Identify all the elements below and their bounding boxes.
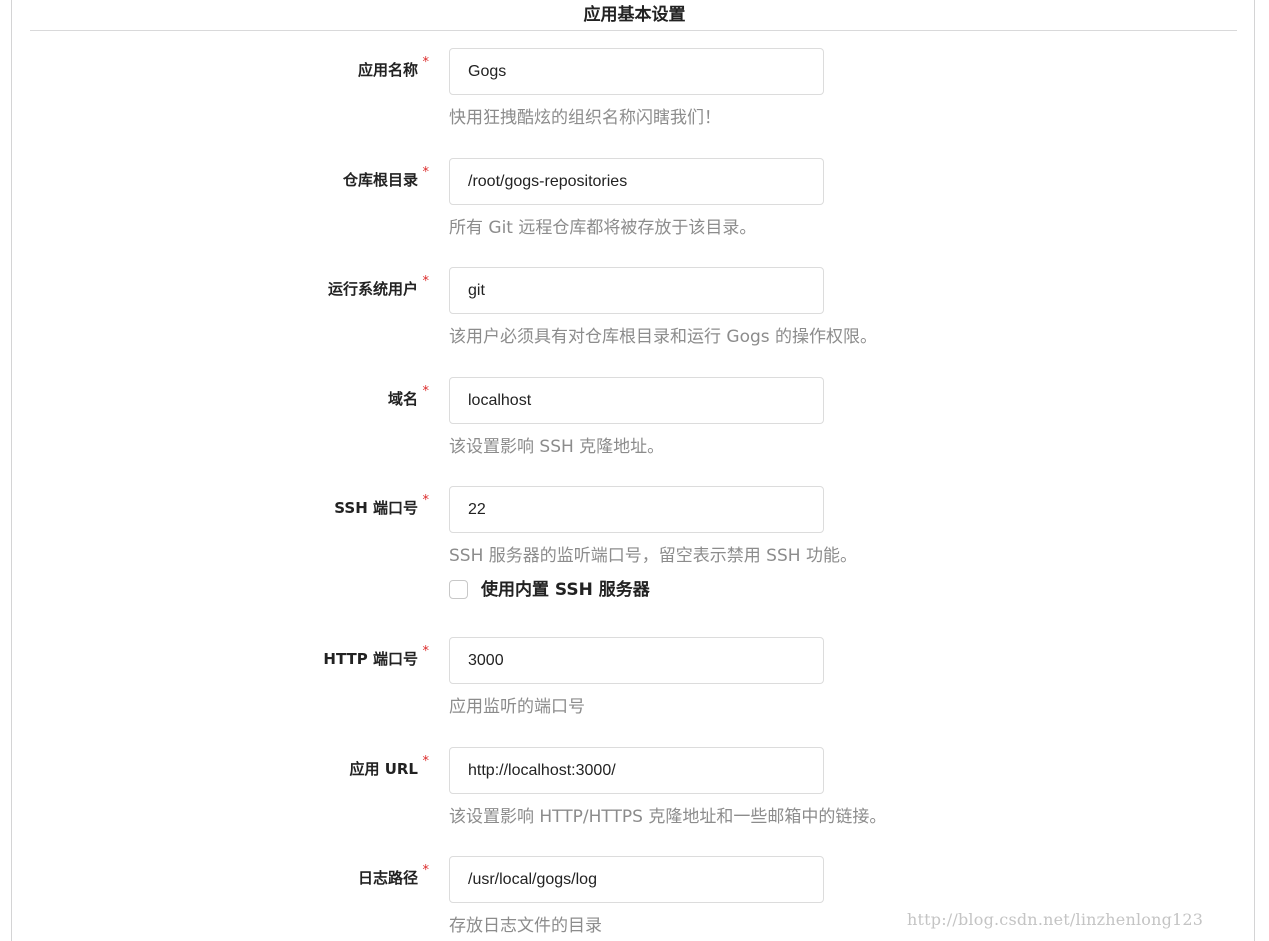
app-name-label: 应用名称 [357,61,418,79]
install-settings-page: 应用基本设置 应用名称 * 快用狂拽酷炫的组织名称闪瞎我们！ 仓库根目录 * 所… [0,0,1269,941]
required-marker: * [422,863,430,878]
run-user-help: 该用户必须具有对仓库根目录和运行 Gogs 的操作权限。 [449,327,878,347]
domain-help: 该设置影响 SSH 克隆地址。 [449,437,665,457]
ssh-port-help: SSH 服务器的监听端口号，留空表示禁用 SSH 功能。 [449,546,857,566]
log-path-help: 存放日志文件的目录 [449,916,602,936]
watermark-text: http://blog.csdn.net/linzhenlong123 [907,910,1204,929]
section-title: 应用基本设置 [583,5,686,25]
required-marker: * [422,55,430,70]
app-name-input[interactable] [449,48,824,95]
builtin-ssh-checkbox-label[interactable]: 使用内置 SSH 服务器 [481,579,650,601]
repo-root-path-help: 所有 Git 远程仓库都将被存放于该目录。 [449,218,757,238]
required-marker: * [422,644,430,659]
required-marker: * [422,274,430,289]
settings-panel [11,0,1255,941]
log-path-label: 日志路径 [357,869,418,887]
run-user-label: 运行系统用户 [327,280,418,298]
http-port-input[interactable] [449,637,824,684]
required-marker: * [422,384,430,399]
required-marker: * [422,754,430,769]
app-name-help: 快用狂拽酷炫的组织名称闪瞎我们！ [449,108,721,128]
app-url-input[interactable] [449,747,824,794]
log-path-input[interactable] [449,856,824,903]
repo-root-path-label: 仓库根目录 [342,171,418,189]
app-url-help: 该设置影响 HTTP/HTTPS 克隆地址和一些邮箱中的链接。 [449,807,887,827]
domain-label: 域名 [387,390,418,408]
run-user-input[interactable] [449,267,824,314]
http-port-help: 应用监听的端口号 [449,697,585,717]
app-url-label: 应用 URL [349,760,418,778]
domain-input[interactable] [449,377,824,424]
builtin-ssh-checkbox[interactable] [449,580,468,599]
required-marker: * [422,165,430,180]
ssh-port-input[interactable] [449,486,824,533]
required-marker: * [422,493,430,508]
ssh-port-label: SSH 端口号 [334,499,418,517]
repo-root-path-input[interactable] [449,158,824,205]
http-port-label: HTTP 端口号 [323,650,418,668]
section-divider [30,30,1237,31]
